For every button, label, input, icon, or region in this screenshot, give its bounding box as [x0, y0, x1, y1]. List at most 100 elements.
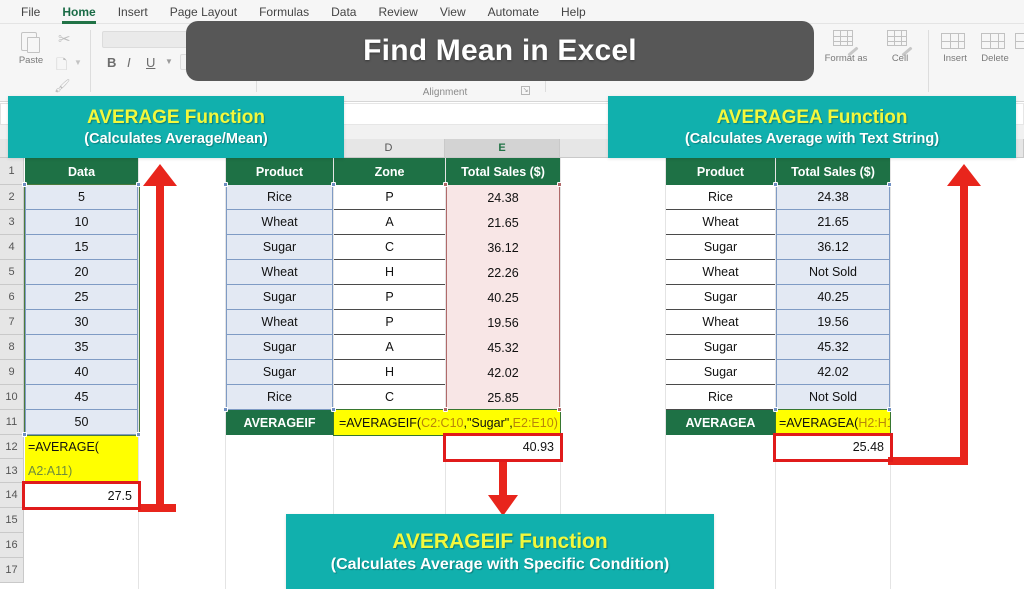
cell-d3[interactable]: A	[334, 210, 445, 235]
cell-e2[interactable]: 24.38	[446, 185, 560, 210]
ribbon-tab-page-layout[interactable]: Page Layout	[159, 0, 248, 24]
cell-a3[interactable]: 10	[25, 210, 138, 235]
selection-handle-h-tr[interactable]	[887, 182, 892, 187]
ribbon-tab-automate[interactable]: Automate	[477, 0, 550, 24]
ribbon-tab-insert[interactable]: Insert	[107, 0, 159, 24]
cell-c10[interactable]: Rice	[226, 385, 333, 410]
cell-c2[interactable]: Rice	[226, 185, 333, 210]
cell-a4[interactable]: 15	[25, 235, 138, 260]
cell-c6[interactable]: Sugar	[226, 285, 333, 310]
ribbon-tab-file[interactable]: File	[10, 0, 51, 24]
cell-c5[interactable]: Wheat	[226, 260, 333, 285]
row-header-7[interactable]: 7	[0, 310, 24, 335]
row-header-4[interactable]: 4	[0, 235, 24, 260]
ribbon-tab-view[interactable]: View	[429, 0, 477, 24]
cell-d4[interactable]: C	[334, 235, 445, 260]
cell-a13-formula-line2[interactable]: A2:A11)	[25, 459, 138, 483]
cell-h2[interactable]: 24.38	[776, 185, 890, 210]
row-header-8[interactable]: 8	[0, 335, 24, 360]
cell-g1-header[interactable]: Product	[666, 158, 775, 185]
cell-h1-header[interactable]: Total Sales ($)	[776, 158, 890, 185]
cell-d7[interactable]: P	[334, 310, 445, 335]
ribbon-tab-formulas[interactable]: Formulas	[248, 0, 320, 24]
paste-button[interactable]: Paste	[8, 30, 54, 66]
row-header-14[interactable]: 14	[0, 483, 24, 508]
cell-g10[interactable]: Rice	[666, 385, 775, 410]
cell-g6[interactable]: Sugar	[666, 285, 775, 310]
row-header-17[interactable]: 17	[0, 558, 24, 583]
cell-g4[interactable]: Sugar	[666, 235, 775, 260]
cell-e7[interactable]: 19.56	[446, 310, 560, 335]
italic-button[interactable]: I	[127, 55, 131, 70]
selection-handle-tr[interactable]	[136, 182, 141, 187]
row-header-11[interactable]: 11	[0, 410, 24, 435]
format-cells-button[interactable]: Fo	[1014, 32, 1024, 64]
format-painter-button[interactable]: 🖌	[54, 78, 71, 95]
insert-cells-button[interactable]: Insert	[936, 32, 974, 64]
column-header-d[interactable]: D	[333, 139, 445, 158]
copy-dropdown-caret[interactable]: ▼	[74, 58, 82, 68]
ribbon-tab-home[interactable]: Home	[51, 0, 106, 24]
cell-h7[interactable]: 19.56	[776, 310, 890, 335]
selection-handle-e-br[interactable]	[557, 407, 562, 412]
cell-e4[interactable]: 36.12	[446, 235, 560, 260]
cell-c1-header[interactable]: Product	[226, 158, 333, 185]
alignment-dialog-launcher[interactable]: ↘	[521, 86, 530, 95]
cell-c11-averageif-label[interactable]: AVERAGEIF	[226, 410, 333, 435]
font-name-input[interactable]	[102, 31, 198, 48]
cell-e1-header[interactable]: Total Sales ($)	[446, 158, 560, 185]
cell-d2[interactable]: P	[334, 185, 445, 210]
copy-button[interactable]: 🗋	[56, 54, 67, 79]
cell-d10[interactable]: C	[334, 385, 445, 410]
cell-d1-header[interactable]: Zone	[334, 158, 445, 185]
row-header-3[interactable]: 3	[0, 210, 24, 235]
selection-handle-h-tl[interactable]	[773, 182, 778, 187]
cell-a5[interactable]: 20	[25, 260, 138, 285]
cell-e8[interactable]: 45.32	[446, 335, 560, 360]
selection-handle-br[interactable]	[136, 432, 141, 437]
cell-g5[interactable]: Wheat	[666, 260, 775, 285]
row-header-12[interactable]: 12	[0, 435, 24, 459]
ribbon-tab-data[interactable]: Data	[320, 0, 367, 24]
cell-g2[interactable]: Rice	[666, 185, 775, 210]
selection-handle-c-tl[interactable]	[223, 182, 228, 187]
cell-g9[interactable]: Sugar	[666, 360, 775, 385]
cell-e3[interactable]: 21.65	[446, 210, 560, 235]
row-header-15[interactable]: 15	[0, 508, 24, 533]
row-header-6[interactable]: 6	[0, 285, 24, 310]
cell-a12-formula-line1[interactable]: =AVERAGE(	[25, 435, 138, 459]
selection-handle-c-tr[interactable]	[331, 182, 336, 187]
cell-a9[interactable]: 40	[25, 360, 138, 385]
selection-handle-e-bl[interactable]	[443, 407, 448, 412]
cell-a11[interactable]: 50	[25, 410, 138, 435]
cell-h4[interactable]: 36.12	[776, 235, 890, 260]
cell-h9[interactable]: 42.02	[776, 360, 890, 385]
cell-c8[interactable]: Sugar	[226, 335, 333, 360]
cell-g3[interactable]: Wheat	[666, 210, 775, 235]
cut-button[interactable]: ✂	[58, 30, 71, 49]
selection-handle-h-bl[interactable]	[773, 407, 778, 412]
selection-handle-e-tl[interactable]	[443, 182, 448, 187]
underline-dropdown-caret[interactable]: ▼	[165, 57, 173, 66]
cell-a7[interactable]: 30	[25, 310, 138, 335]
column-header-e[interactable]: E	[445, 139, 560, 158]
cell-a1-header[interactable]: Data	[25, 158, 138, 185]
cell-h3[interactable]: 21.65	[776, 210, 890, 235]
cell-c9[interactable]: Sugar	[226, 360, 333, 385]
format-as-table-button[interactable]: Format as	[818, 30, 874, 64]
cell-h11-averagea-formula[interactable]: =AVERAGEA(H2:H10)	[776, 410, 890, 435]
delete-cells-button[interactable]: Delete	[976, 32, 1014, 64]
ribbon-tab-help[interactable]: Help	[550, 0, 597, 24]
cell-c3[interactable]: Wheat	[226, 210, 333, 235]
cell-d5[interactable]: H	[334, 260, 445, 285]
cell-e10[interactable]: 25.85	[446, 385, 560, 410]
row-header-2[interactable]: 2	[0, 185, 24, 210]
cell-g11-averagea-label[interactable]: AVERAGEA	[666, 410, 775, 435]
cell-d11-averageif-formula[interactable]: =AVERAGEIF(C2:C10 ,"Sugar", E2:E10)	[334, 410, 560, 435]
cell-h8[interactable]: 45.32	[776, 335, 890, 360]
cell-e6[interactable]: 40.25	[446, 285, 560, 310]
row-header-9[interactable]: 9	[0, 360, 24, 385]
selection-handle-bl[interactable]	[22, 432, 27, 437]
cell-e5[interactable]: 22.26	[446, 260, 560, 285]
cell-a2[interactable]: 5	[25, 185, 138, 210]
